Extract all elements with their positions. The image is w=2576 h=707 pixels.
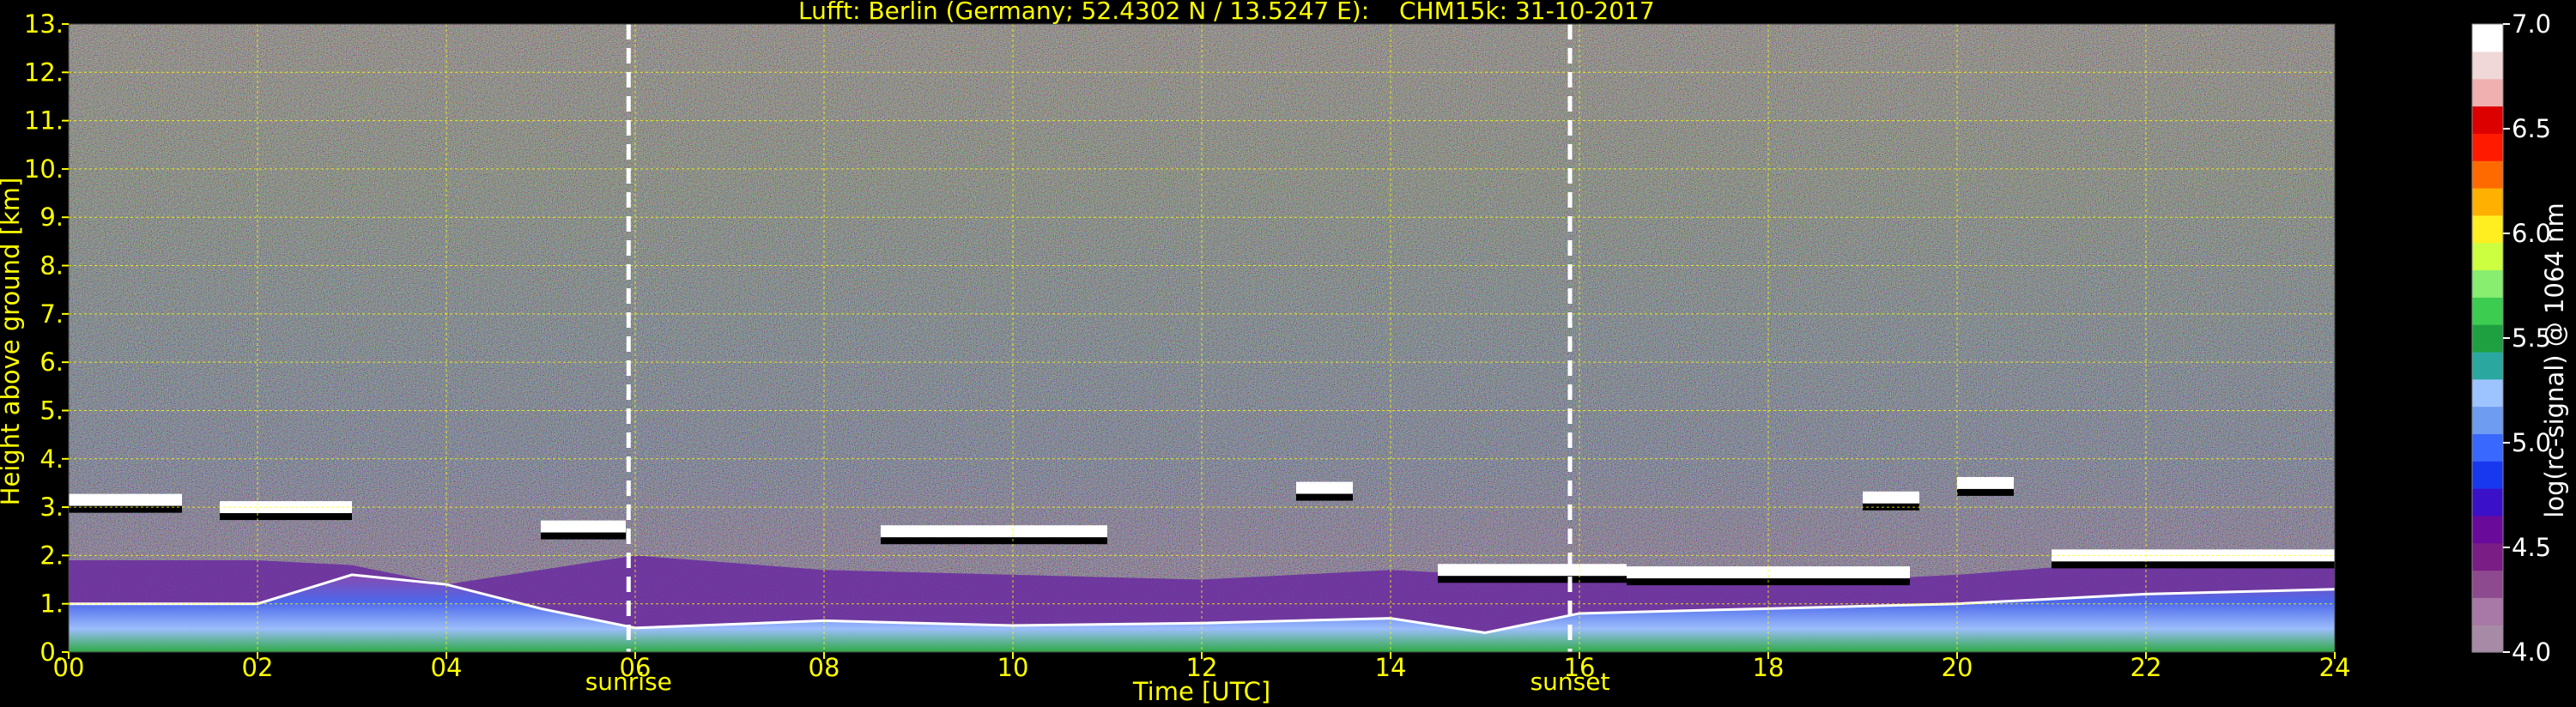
cloud-shadow bbox=[1863, 503, 1919, 511]
colorbar-tick-label: 6.5 bbox=[2512, 114, 2551, 143]
chart-title-right: CHM15k: 31-10-2017 bbox=[1399, 0, 1655, 25]
cloud-segment bbox=[1863, 491, 1919, 504]
y-tick-label: 5. bbox=[39, 396, 64, 425]
y-tick-label: 7. bbox=[39, 299, 64, 329]
y-tick-label: 0. bbox=[39, 638, 64, 667]
colorbar-swatch bbox=[2472, 406, 2503, 434]
y-tick-label: 13. bbox=[24, 9, 64, 39]
colorbar-swatch bbox=[2472, 625, 2503, 653]
y-tick-label: 6. bbox=[39, 347, 64, 377]
cloud-segment bbox=[1957, 476, 2014, 489]
x-tick-label: 20 bbox=[1942, 653, 1973, 682]
colorbar-swatch bbox=[2472, 351, 2503, 380]
colorbar-swatch bbox=[2472, 433, 2503, 462]
cloud-segment bbox=[541, 520, 626, 533]
cloud-shadow bbox=[1296, 493, 1353, 501]
colorbar-swatch bbox=[2472, 242, 2503, 271]
chart-title-left: Lufft: Berlin (Germany; 52.4302 N / 13.5… bbox=[798, 0, 1369, 25]
y-tick-label: 9. bbox=[39, 202, 64, 232]
colorbar-tick-label: 4.5 bbox=[2512, 533, 2551, 562]
colorbar-swatch bbox=[2472, 597, 2503, 625]
colorbar-swatch bbox=[2472, 297, 2503, 325]
colorbar-swatch bbox=[2472, 461, 2503, 489]
colorbar-swatch bbox=[2472, 324, 2503, 353]
x-tick-label: 24 bbox=[2319, 653, 2351, 682]
colorbar-swatch bbox=[2472, 542, 2503, 571]
cloud-segment bbox=[1438, 564, 1627, 577]
y-tick-label: 4. bbox=[39, 444, 64, 474]
cloud-shadow bbox=[220, 513, 352, 521]
y-tick-label: 3. bbox=[39, 492, 64, 522]
x-axis-label: Time [UTC] bbox=[1132, 677, 1270, 706]
y-axis-label: Height above ground [km] bbox=[0, 178, 25, 506]
cloud-shadow bbox=[2052, 561, 2335, 569]
colorbar-tick-label: 7.0 bbox=[2512, 9, 2551, 39]
x-tick-label: 16 bbox=[1564, 653, 1596, 682]
colorbar-swatch bbox=[2472, 269, 2503, 298]
y-tick-label: 10. bbox=[24, 154, 64, 184]
x-tick-label: 02 bbox=[242, 653, 274, 682]
colorbar-swatch bbox=[2472, 24, 2503, 52]
y-tick-label: 11. bbox=[24, 106, 64, 136]
cloud-shadow bbox=[1438, 576, 1627, 583]
colorbar-label: log(rc-signal) @ 1064 nm bbox=[2540, 202, 2569, 517]
colorbar-swatch bbox=[2472, 187, 2503, 216]
colorbar-swatch bbox=[2472, 160, 2503, 189]
colorbar-swatch bbox=[2472, 51, 2503, 80]
x-tick-label: 08 bbox=[809, 653, 840, 682]
colorbar-swatch bbox=[2472, 515, 2503, 544]
y-tick-label: 12. bbox=[24, 57, 64, 87]
x-tick-label: 18 bbox=[1753, 653, 1785, 682]
colorbar-swatch bbox=[2472, 78, 2503, 107]
x-tick-label: 14 bbox=[1375, 653, 1407, 682]
ceilometer-chart: sunrise sunset 00 02 04 06 08 10 12 14 16 18 20 22 24… bbox=[0, 0, 2569, 706]
colorbar-swatch bbox=[2472, 570, 2503, 598]
cloud-segment bbox=[881, 525, 1107, 538]
cloud-shadow bbox=[881, 537, 1107, 545]
cloud-shadow bbox=[1957, 488, 2014, 496]
cloud-segment bbox=[69, 493, 182, 506]
colorbar-tick-label: 4.0 bbox=[2512, 638, 2551, 667]
cloud-shadow bbox=[541, 532, 626, 540]
y-tick-label: 8. bbox=[39, 251, 64, 281]
x-tick-label: 22 bbox=[2131, 653, 2162, 682]
y-tick-label: 2. bbox=[39, 541, 64, 570]
x-tick-label: 04 bbox=[431, 653, 463, 682]
colorbar-swatch bbox=[2472, 106, 2503, 134]
colorbar-swatch bbox=[2472, 215, 2503, 244]
y-tick-label: 1. bbox=[39, 589, 64, 619]
x-tick-label: 06 bbox=[620, 653, 652, 682]
colorbar-swatch bbox=[2472, 133, 2503, 161]
colorbar-swatch bbox=[2472, 488, 2503, 517]
x-tick-label: 10 bbox=[997, 653, 1029, 682]
colorbar-swatch bbox=[2472, 378, 2503, 408]
cloud-segment bbox=[1296, 481, 1353, 494]
